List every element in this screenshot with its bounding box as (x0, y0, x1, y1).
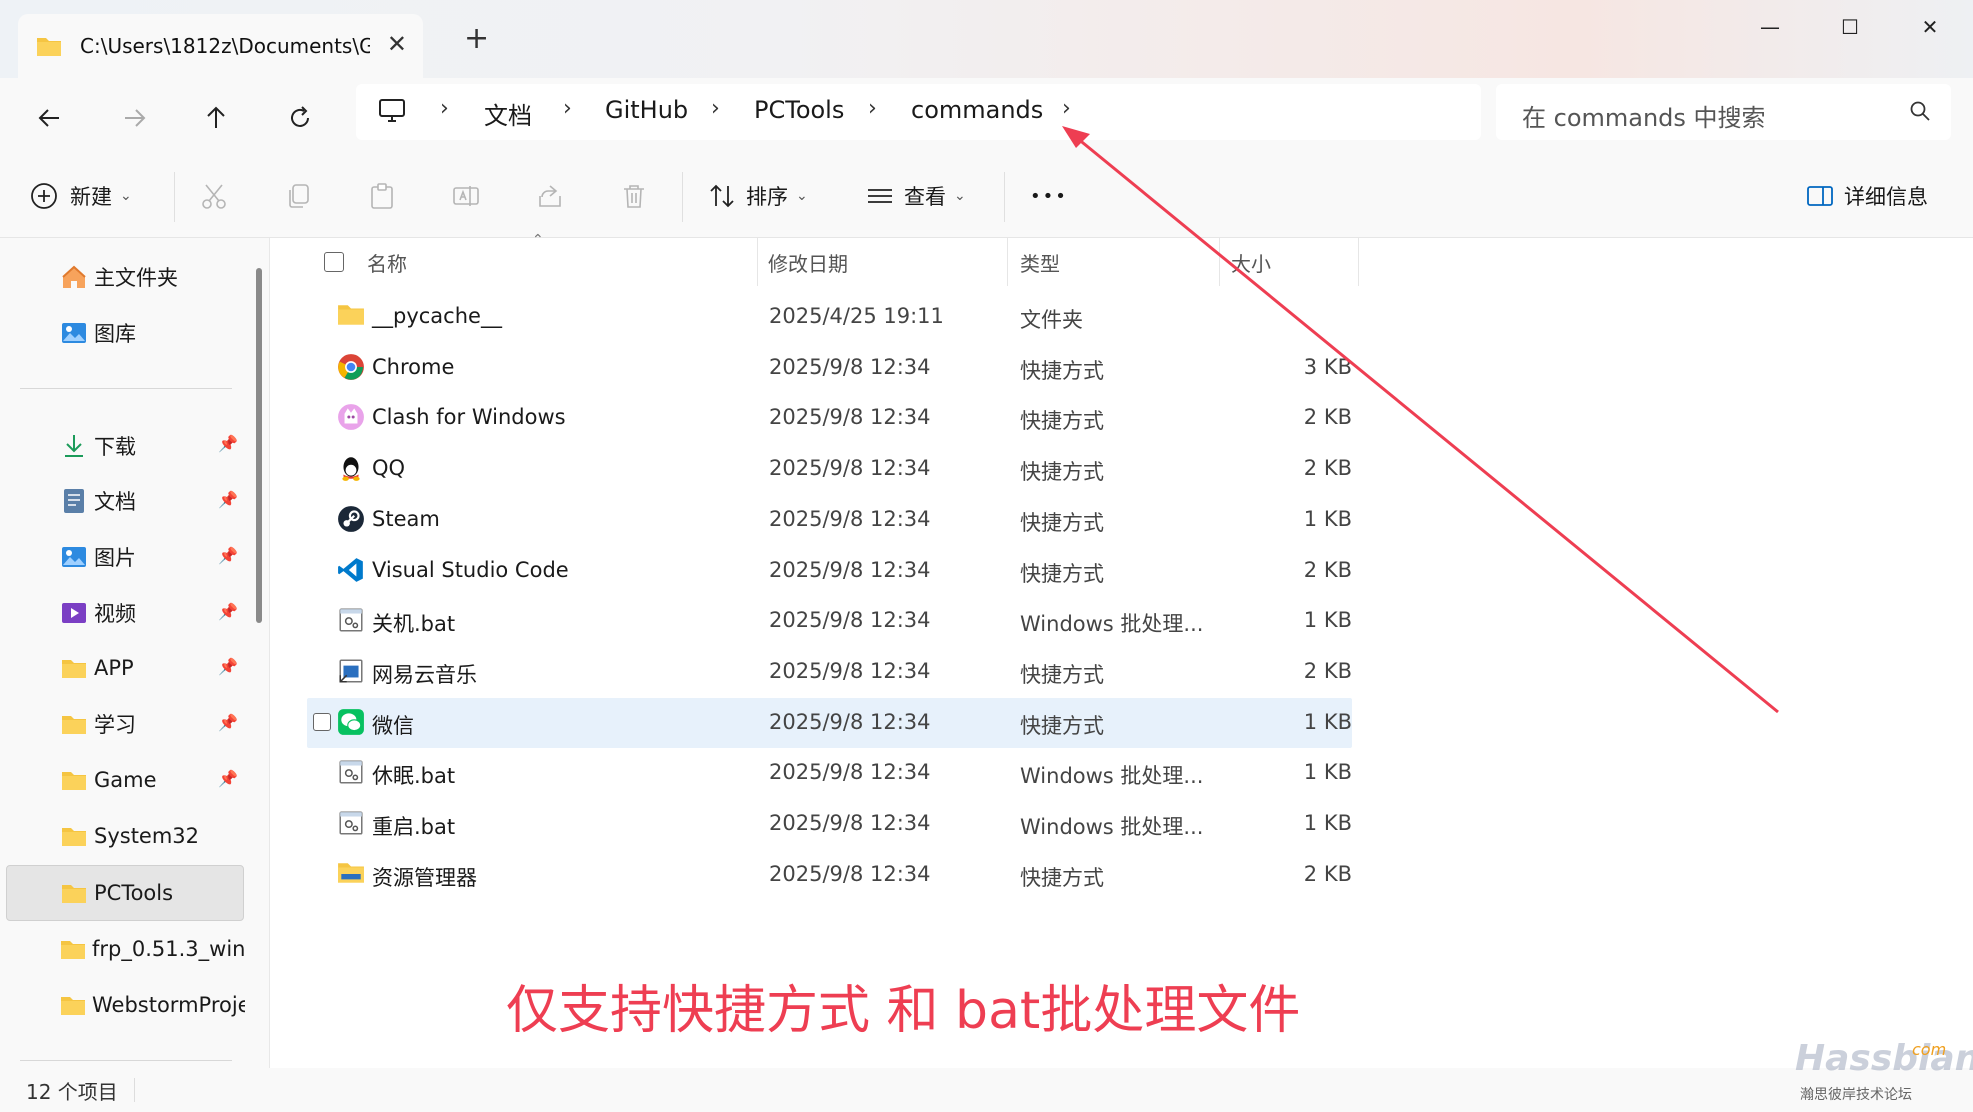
annotation-arrow (1062, 126, 1779, 714)
watermark-com: com (1912, 1040, 1947, 1059)
annotation-text: 仅支持快捷方式 和 bat批处理文件 (506, 981, 1301, 1041)
watermark-subtitle: 瀚思彼岸技术论坛 (1800, 1087, 1912, 1103)
watermark-brand: Hassbian (1795, 1038, 1973, 1079)
